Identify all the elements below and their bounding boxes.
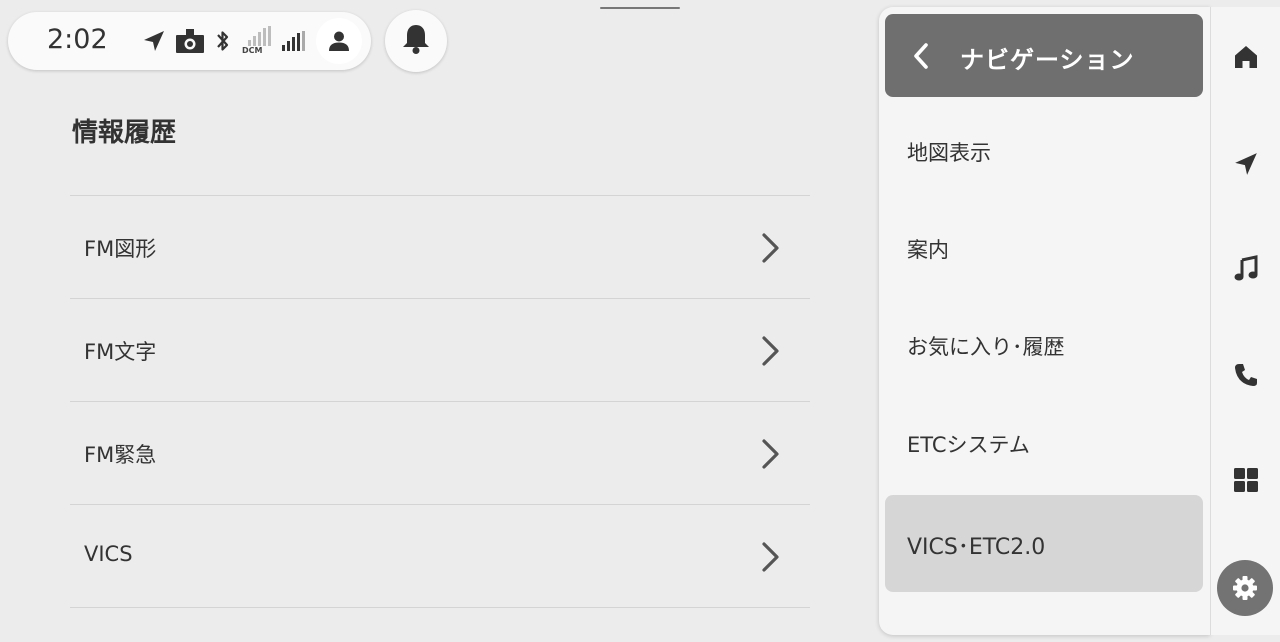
list-item-fm-text[interactable]: FM文字 bbox=[70, 298, 810, 401]
list-item-label: VICS bbox=[84, 542, 133, 566]
clock: 2:02 bbox=[47, 24, 108, 55]
nav-item-map-display[interactable]: 地図表示 bbox=[879, 104, 1210, 201]
navigation-icon[interactable] bbox=[1211, 144, 1280, 184]
nav-menu-title: ナビゲーション bbox=[960, 46, 1135, 74]
list-item-label: FM図形 bbox=[84, 237, 157, 261]
cellular-signal-icon bbox=[280, 26, 308, 56]
list-item-fm-emergency[interactable]: FM緊急 bbox=[70, 401, 810, 504]
nav-item-label: 案内 bbox=[907, 238, 949, 262]
bluetooth-icon bbox=[213, 26, 233, 56]
list-item-vics[interactable]: VICS bbox=[70, 504, 810, 608]
chevron-right-icon bbox=[760, 541, 782, 577]
music-icon[interactable] bbox=[1211, 249, 1280, 289]
chevron-right-icon bbox=[760, 232, 782, 268]
info-history-list: FM図形 FM文字 FM緊急 VICS bbox=[70, 195, 810, 608]
page-title: 情報履歴 bbox=[72, 118, 177, 148]
chevron-right-icon bbox=[760, 335, 782, 371]
bell-icon bbox=[401, 23, 431, 59]
user-profile-icon[interactable] bbox=[316, 18, 362, 64]
navigation-menu-panel: ナビゲーション 地図表示 案内 お気に入り･履歴 ETCシステム VICS･ET… bbox=[879, 7, 1210, 635]
nav-menu-header-back-button[interactable]: ナビゲーション bbox=[885, 14, 1203, 97]
nav-item-etc-system[interactable]: ETCシステム bbox=[879, 396, 1210, 493]
dcm-label: DCM bbox=[242, 46, 263, 55]
notification-button[interactable] bbox=[385, 10, 447, 72]
apps-grid-icon[interactable] bbox=[1211, 460, 1280, 500]
top-drag-handle[interactable] bbox=[600, 7, 680, 9]
nav-item-guidance[interactable]: 案内 bbox=[879, 201, 1210, 298]
nav-item-label: お気に入り･履歴 bbox=[907, 335, 1065, 359]
side-rail bbox=[1210, 7, 1280, 635]
dashcam-icon bbox=[174, 26, 206, 56]
status-bar: 2:02 DCM bbox=[8, 12, 371, 70]
settings-gear-icon[interactable] bbox=[1217, 560, 1273, 616]
nav-item-label: 地図表示 bbox=[907, 141, 991, 165]
list-item-fm-graphic[interactable]: FM図形 bbox=[70, 195, 810, 298]
chevron-right-icon bbox=[760, 438, 782, 474]
navigation-arrow-icon bbox=[141, 26, 167, 56]
dcm-signal-icon: DCM bbox=[242, 26, 274, 56]
home-icon[interactable] bbox=[1211, 37, 1280, 77]
chevron-left-icon bbox=[911, 42, 931, 74]
list-item-label: FM緊急 bbox=[84, 443, 157, 467]
list-item-label: FM文字 bbox=[84, 340, 157, 364]
nav-item-vics-etc20[interactable]: VICS･ETC2.0 bbox=[879, 495, 1210, 592]
nav-item-favorites-history[interactable]: お気に入り･履歴 bbox=[879, 298, 1210, 395]
nav-item-label: ETCシステム bbox=[907, 433, 1030, 457]
phone-icon[interactable] bbox=[1211, 355, 1280, 395]
nav-item-label: VICS･ETC2.0 bbox=[907, 535, 1046, 560]
